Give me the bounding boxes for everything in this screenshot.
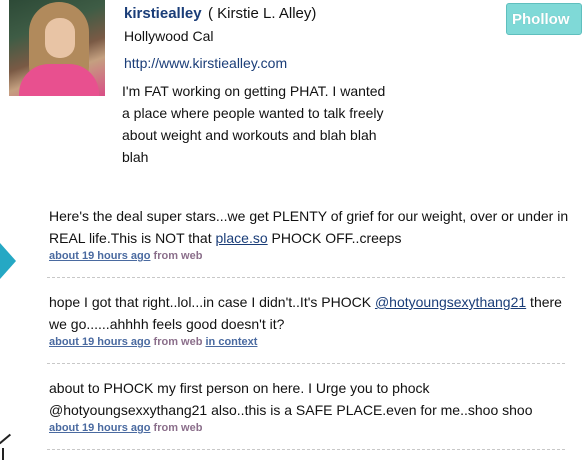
full-name: ( Kirstie L. Alley)	[208, 5, 317, 22]
tweet-text-part: PHOCK OFF..creeps	[267, 230, 402, 246]
tweet-item: about to PHOCK my first person on here. …	[49, 377, 569, 435]
tweet-source: from web	[153, 336, 203, 348]
tweet-item: hope I got that right..lol...in case I d…	[49, 291, 569, 349]
location: Hollywood Cal	[124, 28, 214, 44]
pager-arrow-icon[interactable]	[0, 243, 16, 279]
avatar-face	[45, 18, 75, 58]
tweet-timestamp[interactable]: about 19 hours ago	[49, 336, 150, 348]
tweet-timestamp[interactable]: about 19 hours ago	[49, 250, 150, 262]
tweet-text: hope I got that right..lol...in case I d…	[49, 291, 569, 335]
tweet-item: Here's the deal super stars...we get PLE…	[49, 205, 569, 263]
divider	[47, 363, 565, 364]
tweet-mention-link[interactable]: @hotyoungsexythang21	[375, 294, 526, 310]
profile-panel: kirstiealley ( Kirstie L. Alley) Hollywo…	[0, 0, 582, 460]
tweet-source: from web	[153, 250, 203, 262]
screen-name[interactable]: kirstiealley	[124, 5, 202, 22]
tweet-text-part: hope I got that right..lol...in case I d…	[49, 294, 375, 310]
bio: I'm FAT working on getting PHAT. I wante…	[122, 83, 386, 165]
avatar[interactable]	[9, 0, 105, 96]
tweet-timestamp[interactable]: about 19 hours ago	[49, 422, 150, 434]
tweet-text: Here's the deal super stars...we get PLE…	[49, 205, 569, 249]
tweet-meta: about 19 hours ago from web	[49, 421, 569, 435]
divider	[47, 449, 565, 450]
tweet-context-link[interactable]: in context	[206, 336, 258, 348]
tweet-meta: about 19 hours ago from web in context	[49, 335, 569, 349]
tweet-source: from web	[153, 422, 203, 434]
corner-decoration-stem	[2, 448, 4, 460]
website-link[interactable]: http://www.kirstiealley.com	[124, 55, 287, 71]
tweet-link[interactable]: place.so	[216, 230, 268, 246]
follow-button[interactable]: Phollow	[506, 3, 582, 35]
corner-decoration	[0, 433, 12, 445]
tweet-meta: about 19 hours ago from web	[49, 249, 569, 263]
tweet-text: about to PHOCK my first person on here. …	[49, 380, 533, 418]
divider	[47, 277, 565, 278]
